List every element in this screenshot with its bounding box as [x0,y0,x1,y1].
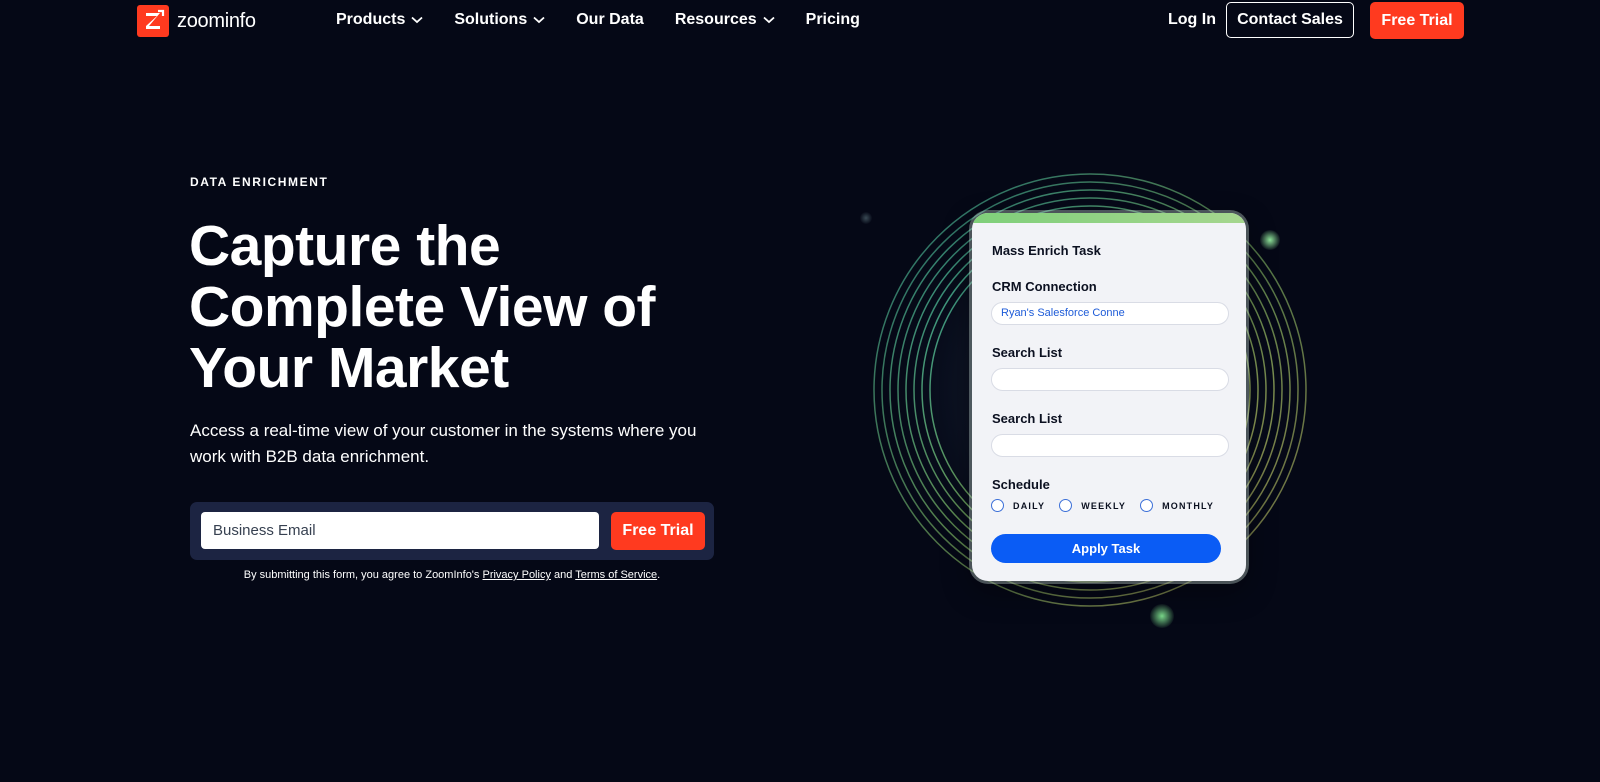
nav-item-label: Solutions [454,11,528,28]
privacy-policy-link[interactable]: Privacy Policy [482,569,550,581]
search-list-label: Search List [992,411,1063,426]
free-trial-button[interactable]: Free Trial [1370,2,1464,39]
contact-sales-button[interactable]: Contact Sales [1226,2,1354,38]
apply-task-button[interactable]: Apply Task [991,534,1221,563]
disclaimer-text: . [657,569,661,581]
radio-circle-icon [991,499,1004,512]
form-disclaimer: By submitting this form, you agree to Zo… [190,569,714,581]
radio-label: MONTHLY [1162,500,1215,511]
nav-item-pricing[interactable]: Pricing [806,11,860,29]
search-list-field[interactable] [991,368,1229,391]
section-eyebrow: DATA ENRICHMENT [190,175,329,189]
glow-dot-decoration [1260,230,1280,250]
chevron-down-icon [411,11,423,29]
card-accent-bar [972,213,1246,223]
glow-dot-decoration [860,212,872,224]
hero-subtext: Access a real-time view of your customer… [190,421,697,466]
chevron-down-icon [533,11,545,29]
login-link[interactable]: Log In [1168,11,1216,29]
nav-item-label: Products [336,11,406,28]
headline-line: Capture the [189,214,501,278]
zoominfo-logo-icon [137,5,169,37]
form-free-trial-button[interactable]: Free Trial [611,512,705,550]
nav-item-resources[interactable]: Resources [675,11,775,29]
disclaimer-text: By submitting this form, you agree to Zo… [243,569,480,581]
logo-wordmark: zoominfo [177,9,256,32]
card-title: Mass Enrich Task [992,243,1101,258]
crm-connection-value: Ryan's Salesforce Conne [1001,307,1125,319]
headline-line: Complete View of [189,275,656,339]
nav-item-our-data[interactable]: Our Data [576,11,644,29]
radio-circle-icon [1059,499,1073,512]
nav-item-label: Our Data [576,11,644,28]
crm-connection-field[interactable]: Ryan's Salesforce Conne [991,302,1229,325]
zoominfo-logo[interactable]: zoominfo [137,5,256,37]
radio-label: WEEKLY [1081,500,1127,511]
main-menu: Products Solutions Our Data Resources Pr… [336,0,891,40]
search-list-field[interactable] [991,434,1229,457]
headline-line: Your Market [189,336,509,400]
top-navigation: zoominfo Products Solutions Our Data Res… [0,0,1600,44]
nav-item-products[interactable]: Products [336,11,423,29]
chevron-down-icon [763,11,775,29]
hero-headline: Capture the Complete View of Your Market [189,216,749,399]
disclaimer-text: and [554,569,573,581]
nav-item-label: Pricing [805,11,860,28]
search-list-label: Search List [992,345,1063,360]
signup-form: Free Trial [190,502,714,560]
terms-of-service-link[interactable]: Terms of Service [575,569,657,581]
glow-dot-decoration [1150,604,1174,628]
mass-enrich-task-card: Mass Enrich Task CRM Connection Ryan's S… [972,213,1246,581]
schedule-option-monthly[interactable]: MONTHLY [1140,499,1214,512]
schedule-option-daily[interactable]: DAILY [991,499,1045,512]
nav-item-solutions[interactable]: Solutions [454,11,545,29]
schedule-label: Schedule [992,477,1050,492]
business-email-input[interactable] [201,512,599,549]
schedule-options: DAILY WEEKLY MONTHLY [991,499,1228,512]
schedule-option-weekly[interactable]: WEEKLY [1059,499,1126,512]
nav-item-label: Resources [674,11,757,28]
radio-circle-icon [1140,499,1154,512]
radio-label: DAILY [1013,500,1046,511]
crm-connection-label: CRM Connection [992,279,1097,294]
